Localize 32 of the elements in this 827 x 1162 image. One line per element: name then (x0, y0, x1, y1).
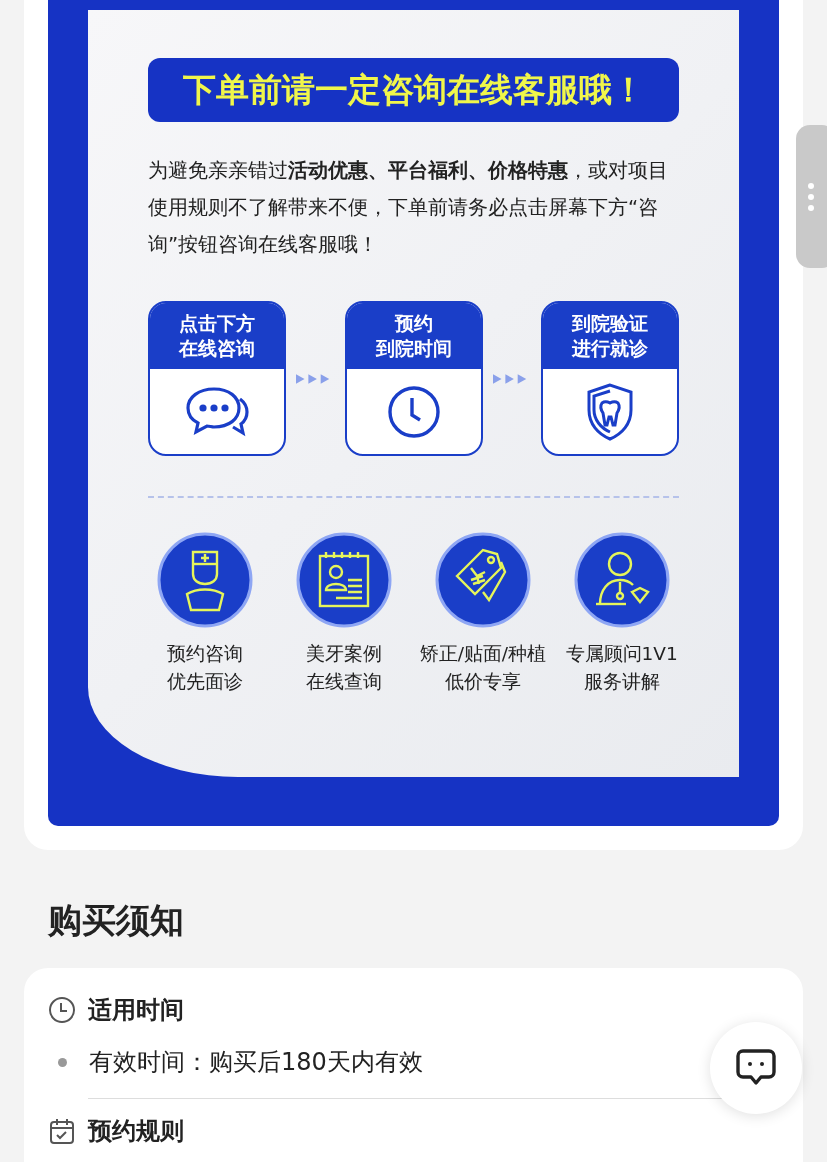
tooth-shield-icon (585, 382, 635, 441)
clock-icon (48, 996, 76, 1024)
chat-icon (735, 1048, 777, 1088)
benefit-label: 低价专享 (444, 670, 521, 694)
clock-icon (386, 384, 441, 439)
step-title: 点击下方 (179, 311, 255, 336)
benefit-label: 优先面诊 (167, 670, 244, 694)
benefit-label: 服务讲解 (583, 670, 660, 694)
benefit-label: 预约咨询 (167, 642, 244, 666)
bullet-icon (58, 1057, 67, 1067)
benefit-label: 矫正/贴面/种植 (419, 642, 547, 666)
step-title: 在线咨询 (179, 336, 255, 361)
price-tag-icon (434, 532, 531, 628)
benefit-label: 美牙案例 (306, 642, 383, 666)
rule-text: 有效时间：购买后180天内有效 (89, 1047, 423, 1078)
banner: 下单前请一定咨询在线客服哦！ (148, 58, 679, 122)
section-heading: 适用时间 (88, 995, 184, 1026)
chat-icon (184, 384, 250, 439)
profile-book-icon (296, 532, 393, 628)
side-handle[interactable] (796, 125, 827, 268)
step-title: 进行就诊 (572, 336, 648, 361)
section-heading: 预约规则 (88, 1116, 184, 1147)
step-title: 预约 (394, 311, 433, 336)
step-title: 到院验证 (572, 311, 648, 336)
step-title: 到院时间 (375, 336, 452, 361)
calendar-icon (48, 1117, 76, 1145)
notice-text: 为避免亲亲错过活动优惠、平台福利、价格特惠，或对项目使用规则不了解带来不便，下单前请务必点击屏幕下方“咨询”按钮咨询在线客服哦！ (148, 158, 669, 258)
benefit-label: 专属顾问1V1 (565, 642, 678, 666)
doctor-icon (157, 532, 254, 628)
benefit-label: 在线查询 (306, 670, 383, 694)
advisor-icon (573, 532, 670, 628)
section-title: 购买须知 (48, 899, 185, 942)
